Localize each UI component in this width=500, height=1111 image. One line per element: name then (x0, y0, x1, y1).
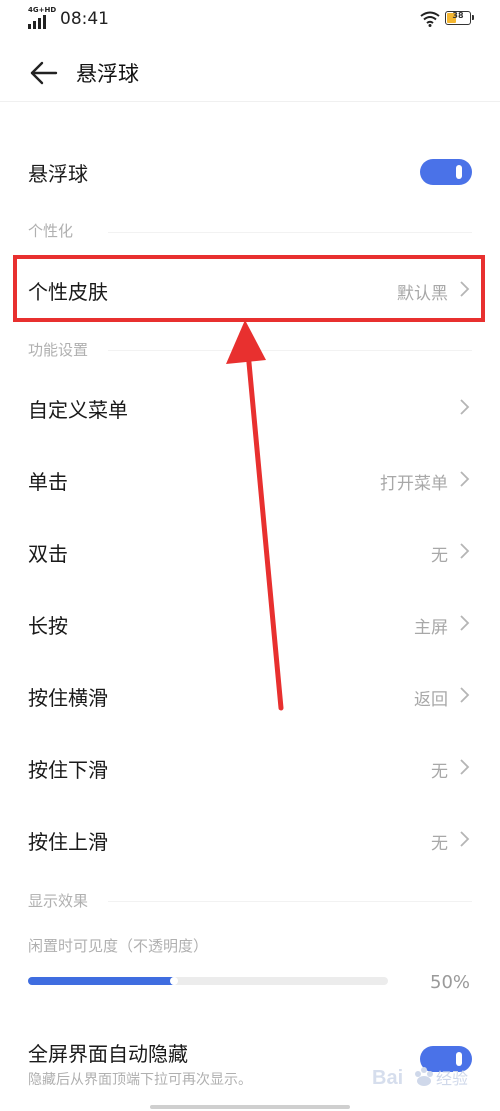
hold-swipe-down-row[interactable]: 按住下滑 无 (0, 736, 500, 798)
home-indicator[interactable] (150, 1105, 350, 1109)
back-button[interactable] (22, 57, 62, 89)
chevron-right-icon (460, 615, 470, 631)
baidu-watermark-logo: Bai 经验 (372, 1067, 468, 1089)
section-divider (108, 901, 472, 902)
section-divider (108, 232, 472, 233)
battery-icon: 38 (445, 11, 474, 25)
svg-text:经验: 经验 (436, 1069, 468, 1088)
chevron-right-icon (460, 759, 470, 775)
status-bar: 4G+HD 08:41 38 (0, 0, 500, 40)
chevron-right-icon (460, 831, 470, 847)
chevron-right-icon (460, 471, 470, 487)
battery-level: 38 (452, 11, 464, 20)
single-tap-value: 打开菜单 (380, 474, 448, 494)
hold-swipe-up-value: 无 (431, 834, 448, 854)
section-title-display: 显示效果 (28, 892, 89, 910)
section-title-personalize: 个性化 (28, 222, 74, 240)
hold-swipe-down-value: 无 (431, 762, 448, 782)
wifi-icon (420, 11, 440, 27)
clock: 08:41 (60, 9, 109, 29)
chevron-right-icon (460, 687, 470, 703)
section-title-function: 功能设置 (28, 341, 89, 359)
idle-visibility-value: 50% (430, 972, 471, 993)
chevron-right-icon (460, 399, 470, 415)
highlight-annotation-box (13, 255, 485, 322)
section-divider (108, 350, 472, 351)
custom-menu-row[interactable]: 自定义菜单 (0, 376, 500, 438)
toggle-knob (456, 165, 462, 179)
hold-swipe-horizontal-value: 返回 (414, 690, 448, 710)
fullscreen-hide-description: 隐藏后从界面顶端下拉可再次显示。 (28, 1072, 252, 1088)
fullscreen-hide-label: 全屏界面自动隐藏 (28, 1042, 188, 1066)
single-tap-row[interactable]: 单击 打开菜单 (0, 448, 500, 510)
hold-swipe-horizontal-row[interactable]: 按住横滑 返回 (0, 664, 500, 726)
long-press-value: 主屏 (414, 618, 448, 638)
slider-fill (28, 977, 176, 985)
hold-swipe-down-label: 按住下滑 (28, 758, 108, 782)
arrow-left-icon (30, 61, 58, 85)
float-ball-label: 悬浮球 (28, 162, 88, 186)
slider-handle[interactable] (169, 977, 178, 985)
hold-swipe-horizontal-label: 按住横滑 (28, 686, 108, 710)
signal-icon (28, 15, 46, 29)
idle-visibility-label: 闲置时可见度（不透明度） (28, 937, 209, 955)
float-ball-row[interactable]: 悬浮球 (0, 140, 500, 202)
double-tap-label: 双击 (28, 542, 68, 566)
long-press-label: 长按 (28, 614, 68, 638)
custom-menu-label: 自定义菜单 (28, 398, 128, 422)
app-header: 悬浮球 (0, 45, 500, 102)
page-title: 悬浮球 (76, 62, 139, 86)
chevron-right-icon (460, 543, 470, 559)
float-ball-toggle[interactable] (420, 159, 472, 185)
svg-text:Bai: Bai (372, 1067, 403, 1089)
idle-visibility-slider[interactable] (28, 977, 388, 985)
double-tap-value: 无 (431, 546, 448, 566)
hold-swipe-up-label: 按住上滑 (28, 830, 108, 854)
double-tap-row[interactable]: 双击 无 (0, 520, 500, 582)
hold-swipe-up-row[interactable]: 按住上滑 无 (0, 808, 500, 870)
single-tap-label: 单击 (28, 470, 68, 494)
long-press-row[interactable]: 长按 主屏 (0, 592, 500, 654)
